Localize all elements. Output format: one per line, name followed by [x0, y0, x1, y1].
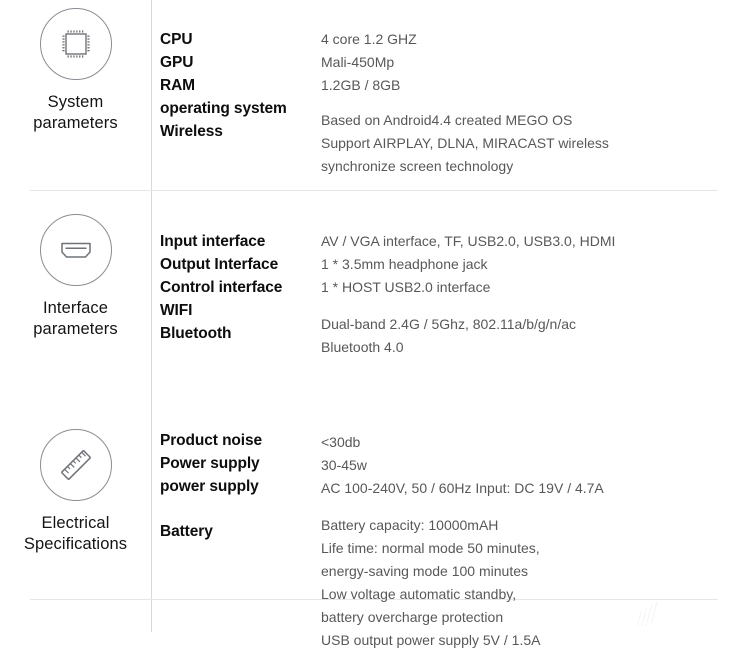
category-label-electrical: Electrical Specifications	[24, 513, 127, 555]
spec-label: Power supply	[160, 455, 260, 472]
value-group-gap	[321, 500, 750, 514]
spec-value: Low voltage automatic standby,	[321, 586, 517, 602]
spec-label: Battery	[160, 523, 213, 540]
category-label-interface: Interface parameters	[33, 298, 117, 340]
category-label-system: System parameters	[33, 92, 117, 134]
spec-value: 1 * HOST USB2.0 interface	[321, 279, 491, 295]
cpu-chip-icon	[39, 8, 112, 80]
spec-values-electrical: <30db 30-45w AC 100-240V, 50 / 60Hz Inpu…	[321, 409, 750, 652]
category-column-interface: Interface parameters	[0, 190, 151, 340]
spec-label: power supply	[160, 478, 259, 495]
spec-value: synchronize screen technology	[321, 158, 514, 174]
spec-label: WIFI	[160, 302, 193, 319]
spec-value: battery overcharge protection	[321, 609, 504, 625]
spec-value-group: AV / VGA interface, TF, USB2.0, USB3.0, …	[321, 230, 750, 299]
spec-value: Dual-band 2.4G / 5Ghz, 802.11a/b/g/n/ac	[321, 316, 577, 332]
spec-value-group: <30db 30-45w AC 100-240V, 50 / 60Hz Inpu…	[321, 431, 750, 500]
spec-values-interface: AV / VGA interface, TF, USB2.0, USB3.0, …	[321, 190, 750, 359]
spec-label: Control interface	[160, 279, 283, 296]
category-label-line1: Electrical	[41, 514, 110, 532]
spec-value: Life time: normal mode 50 minutes,	[321, 540, 540, 556]
spec-value: <30db	[321, 434, 361, 450]
spec-value-group: Battery capacity: 10000mAH Life time: no…	[321, 514, 750, 652]
spec-value-group: Dual-band 2.4G / 5Ghz, 802.11a/b/g/n/ac …	[321, 313, 750, 359]
spec-section-interface-parameters: Interface parameters Input interface Out…	[0, 190, 750, 600]
category-label-line2: Specifications	[23, 535, 128, 553]
spec-values-system: 4 core 1.2 GHZ Mali-450Mp 1.2GB / 8GB Ba…	[321, 0, 750, 178]
spec-value: AV / VGA interface, TF, USB2.0, USB3.0, …	[321, 233, 616, 249]
value-group-gap	[321, 97, 750, 109]
spec-value-group: Based on Android4.4 created MEGO OS Supp…	[321, 109, 750, 178]
spec-label: Input interface	[160, 233, 266, 250]
spec-value: 30-45w	[321, 457, 367, 473]
spec-value: Battery capacity: 10000mAH	[321, 517, 499, 533]
spec-label: Output Interface	[160, 256, 279, 273]
spec-value: AC 100-240V, 50 / 60Hz Input: DC 19V / 4…	[321, 480, 604, 496]
spec-value: energy-saving mode 100 minutes	[321, 563, 529, 579]
spec-value: 1 * 3.5mm headphone jack	[321, 256, 488, 272]
spec-labels-electrical: Product noise Power supply power supply …	[151, 409, 321, 543]
hdmi-port-icon	[39, 214, 112, 286]
spec-label: operating system	[160, 100, 287, 117]
spec-label: Product noise	[160, 432, 263, 449]
spec-label: Wireless	[160, 123, 223, 140]
category-label-line1: Interface	[42, 299, 109, 317]
category-label-line2: parameters	[33, 320, 118, 338]
spec-value: Mali-450Mp	[321, 54, 395, 70]
spec-value: 4 core 1.2 GHZ	[321, 31, 417, 47]
value-group-gap	[321, 299, 750, 313]
spec-section-system-parameters: System parameters CPU GPU RAM operating …	[0, 0, 750, 191]
spec-labels-interface: Input interface Output Interface Control…	[151, 190, 321, 345]
spec-section-electrical-specifications: Electrical Specifications Product noise …	[0, 409, 750, 648]
spec-label: GPU	[160, 54, 194, 71]
product-spec-sheet: System parameters CPU GPU RAM operating …	[0, 0, 750, 648]
spec-value: Bluetooth 4.0	[321, 339, 404, 355]
spec-labels-system: CPU GPU RAM operating system Wireless	[151, 0, 321, 143]
category-label-line2: parameters	[33, 114, 118, 132]
label-group-gap	[160, 498, 321, 520]
spec-value: Support AIRPLAY, DLNA, MIRACAST wireless	[321, 135, 609, 151]
category-column-electrical: Electrical Specifications	[0, 409, 151, 555]
spec-value: 1.2GB / 8GB	[321, 77, 401, 93]
spec-label: RAM	[160, 77, 195, 94]
spec-label: Bluetooth	[160, 325, 232, 342]
spec-value: USB output power supply 5V / 1.5A	[321, 632, 541, 648]
spec-value-group: 4 core 1.2 GHZ Mali-450Mp 1.2GB / 8GB	[321, 28, 750, 97]
category-column-system: System parameters	[0, 0, 151, 134]
category-label-line1: System	[47, 93, 104, 111]
spec-value: Based on Android4.4 created MEGO OS	[321, 112, 573, 128]
ruler-icon	[39, 429, 112, 501]
spec-label: CPU	[160, 31, 193, 48]
